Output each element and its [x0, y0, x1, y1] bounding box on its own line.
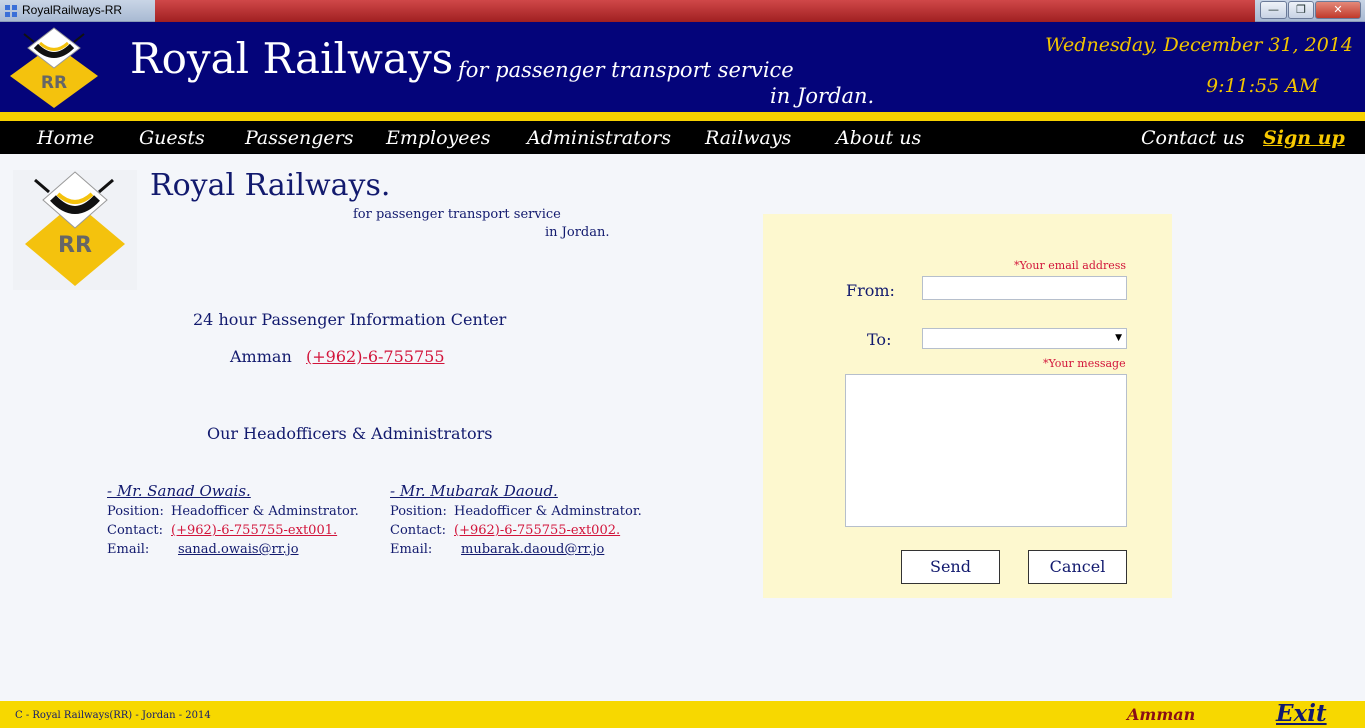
header-divider — [0, 112, 1365, 121]
headofficers-heading: Our Headofficers & Administrators — [207, 424, 493, 443]
dropdown-arrow-icon[interactable]: ▼ — [1115, 333, 1122, 343]
header-tagline-2: in Jordan. — [770, 84, 875, 108]
amman-phone-link[interactable]: (+962)-6-755755 — [306, 347, 445, 366]
content-tagline-2: in Jordan. — [545, 225, 610, 240]
officer-card: - Mr. Mubarak Daoud. Position: Headoffice… — [390, 482, 642, 559]
nav-administrators[interactable]: Administrators — [527, 127, 671, 149]
to-label: To: — [867, 330, 892, 349]
nav-guests[interactable]: Guests — [139, 127, 205, 149]
header: RR Royal Railways for passenger transpor… — [0, 22, 1365, 112]
amman-label: Amman — [230, 347, 292, 366]
window-title-bar[interactable]: RoyalRailways-RR — ❐ ✕ — [0, 0, 1365, 22]
footer-city: Amman — [1127, 705, 1196, 724]
email-label: Email: — [107, 542, 150, 557]
footer: C - Royal Railways(RR) - Jordan - 2014 A… — [0, 700, 1365, 728]
window-title: RoyalRailways-RR — [22, 3, 123, 17]
maximize-button[interactable]: ❐ — [1288, 1, 1314, 19]
position-label: Position: — [390, 504, 447, 519]
logo-text: RR — [41, 73, 67, 93]
from-email-input[interactable] — [922, 276, 1127, 300]
message-required-hint: *Your message — [1043, 357, 1126, 370]
content-logo: RR — [13, 170, 137, 290]
header-tagline-1: for passenger transport service — [458, 58, 794, 82]
officer-email-link[interactable]: mubarak.daoud@rr.jo — [461, 542, 604, 557]
send-button[interactable]: Send — [901, 550, 1000, 584]
current-time: 9:11:55 AM — [1206, 75, 1319, 97]
copyright-text: C - Royal Railways(RR) - Jordan - 2014 — [15, 710, 211, 721]
nav-railways[interactable]: Railways — [705, 127, 791, 149]
to-recipient-select[interactable]: ▼ — [922, 328, 1127, 349]
main-nav: Home Guests Passengers Employees Adminis… — [0, 121, 1365, 154]
message-textarea[interactable] — [845, 374, 1127, 527]
nav-contact[interactable]: Contact us — [1141, 127, 1244, 149]
app-icon — [5, 5, 17, 17]
exit-link[interactable]: Exit — [1276, 700, 1327, 727]
officer-phone-link[interactable]: (+962)-6-755755-ext002. — [454, 523, 620, 538]
brand-title: Royal Railways — [130, 34, 454, 83]
info-center-heading: 24 hour Passenger Information Center — [193, 310, 507, 329]
officer-position: Headofficer & Adminstrator. — [171, 504, 359, 519]
officer-card: - Mr. Sanad Owais. Position: Headofficer … — [107, 482, 359, 559]
nav-passengers[interactable]: Passengers — [245, 127, 353, 149]
minimize-button[interactable]: — — [1260, 1, 1287, 19]
nav-about[interactable]: About us — [836, 127, 921, 149]
nav-employees[interactable]: Employees — [386, 127, 491, 149]
content-title: Royal Railways. — [150, 168, 391, 203]
cancel-button[interactable]: Cancel — [1028, 550, 1127, 584]
email-label: Email: — [390, 542, 433, 557]
officer-name: - Mr. Mubarak Daoud. — [390, 482, 558, 500]
contact-label: Contact: — [390, 523, 447, 538]
email-required-hint: *Your email address — [1014, 259, 1126, 272]
contact-label: Contact: — [107, 523, 164, 538]
position-label: Position: — [107, 504, 164, 519]
nav-signup[interactable]: Sign up — [1263, 127, 1345, 149]
close-button[interactable]: ✕ — [1315, 1, 1361, 19]
from-label: From: — [846, 281, 895, 300]
current-date: Wednesday, December 31, 2014 — [1045, 34, 1353, 56]
officer-name: - Mr. Sanad Owais. — [107, 482, 251, 500]
content-logo-text: RR — [58, 233, 92, 258]
nav-home[interactable]: Home — [37, 127, 94, 149]
rr-logo-icon: RR — [10, 27, 98, 108]
rr-logo-large-icon: RR — [25, 171, 125, 286]
content-tagline-1: for passenger transport service — [353, 207, 561, 222]
officer-position: Headofficer & Adminstrator. — [454, 504, 642, 519]
officer-email-link[interactable]: sanad.owais@rr.jo — [178, 542, 299, 557]
title-bar-strip — [155, 0, 1255, 22]
officer-phone-link[interactable]: (+962)-6-755755-ext001. — [171, 523, 337, 538]
